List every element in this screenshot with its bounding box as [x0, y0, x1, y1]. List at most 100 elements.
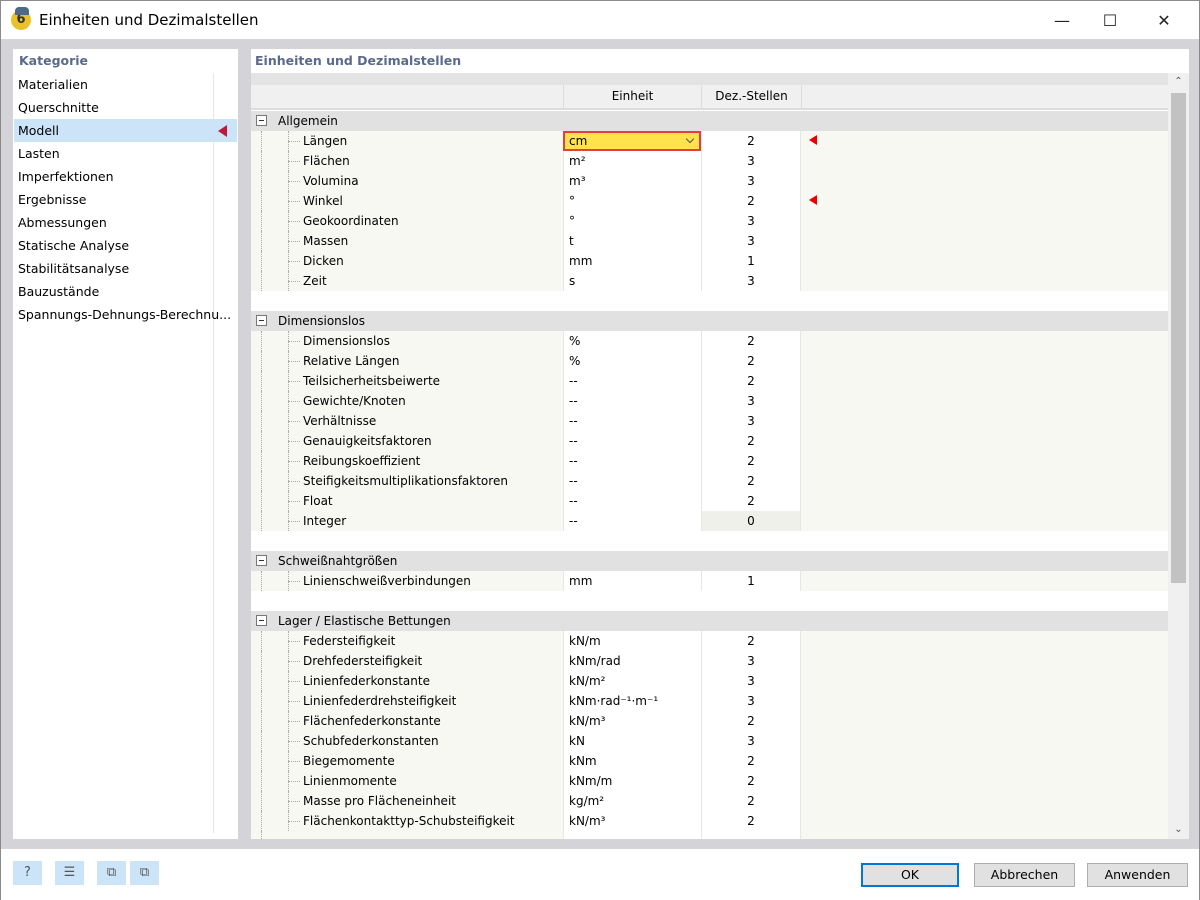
- scroll-up-icon[interactable]: ⌃: [1168, 73, 1189, 91]
- table-row[interactable]: Linienmomente kNm/m 2: [251, 771, 1168, 791]
- unit-cell[interactable]: m³: [563, 171, 701, 191]
- decimals-cell[interactable]: 3: [701, 211, 801, 231]
- table-row[interactable]: Schubfederkonstanten kN 3: [251, 731, 1168, 751]
- unit-cell[interactable]: --: [563, 451, 701, 471]
- decimals-cell[interactable]: 2: [701, 131, 801, 151]
- group-header[interactable]: Schweißnahtgrößen: [251, 551, 1168, 571]
- decimals-cell[interactable]: 3: [701, 671, 801, 691]
- decimals-cell[interactable]: 2: [701, 471, 801, 491]
- decimals-cell[interactable]: 3: [701, 651, 801, 671]
- table-row[interactable]: Drehfedersteifigkeit kNm/rad 3: [251, 651, 1168, 671]
- decimals-cell[interactable]: 2: [701, 631, 801, 651]
- decimals-cell[interactable]: 3: [701, 171, 801, 191]
- decimals-cell[interactable]: 3: [701, 271, 801, 291]
- decimals-cell[interactable]: 3: [701, 391, 801, 411]
- collapse-icon[interactable]: [256, 115, 267, 126]
- sidebar-item[interactable]: Spannungs-Dehnungs-Berechnu...: [14, 303, 237, 326]
- decimals-cell[interactable]: 2: [701, 451, 801, 471]
- table-row[interactable]: Dicken mm 1: [251, 251, 1168, 271]
- help-button[interactable]: ?: [13, 861, 42, 885]
- sidebar-item[interactable]: Lasten: [14, 142, 237, 165]
- sidebar-item[interactable]: Modell: [14, 119, 237, 142]
- decimals-cell[interactable]: 2: [701, 351, 801, 371]
- sidebar-item[interactable]: Querschnitte: [14, 96, 237, 119]
- decimals-cell[interactable]: 2: [701, 811, 801, 831]
- sidebar-item[interactable]: Statische Analyse: [14, 234, 237, 257]
- table-row[interactable]: Float -- 2: [251, 491, 1168, 511]
- sidebar-item[interactable]: Materialien: [14, 73, 237, 96]
- decimals-cell[interactable]: 2: [701, 711, 801, 731]
- decimals-cell[interactable]: 1: [701, 571, 801, 591]
- apply-button[interactable]: Anwenden: [1087, 863, 1188, 887]
- sidebar-item[interactable]: Imperfektionen: [14, 165, 237, 188]
- table-row[interactable]: Flächenkontakttyp-Schubsteifigkeit kN/m³ 2: [251, 811, 1168, 831]
- table-row[interactable]: Federsteifigkeit kN/m 2: [251, 631, 1168, 651]
- table-row[interactable]: Winkel ° 2: [251, 191, 1168, 211]
- table-row[interactable]: Masse pro Flächeneinheit kg/m² 2: [251, 791, 1168, 811]
- decimals-cell[interactable]: 2: [701, 771, 801, 791]
- collapse-icon[interactable]: [256, 315, 267, 326]
- minimize-button[interactable]: —: [1039, 1, 1085, 39]
- decimals-cell[interactable]: 3: [701, 411, 801, 431]
- table-row[interactable]: Linienfederkonstante kN/m² 3: [251, 671, 1168, 691]
- ok-button[interactable]: OK: [861, 863, 959, 887]
- unit-cell[interactable]: kg/m²: [563, 791, 701, 811]
- close-button[interactable]: ✕: [1141, 1, 1187, 39]
- unit-cell[interactable]: %: [563, 351, 701, 371]
- decimals-cell[interactable]: 3: [701, 151, 801, 171]
- database-copy-button[interactable]: ☰: [55, 861, 84, 885]
- decimals-cell[interactable]: 2: [701, 751, 801, 771]
- table-row[interactable]: Linienfederdrehsteifigkeit kNm·rad⁻¹·m⁻¹ 3: [251, 691, 1168, 711]
- table-row[interactable]: [251, 831, 1168, 839]
- unit-cell[interactable]: kN/m³: [563, 711, 701, 731]
- unit-dropdown[interactable]: cm: [563, 131, 701, 151]
- unit-cell[interactable]: mm: [563, 251, 701, 271]
- table-row[interactable]: Teilsicherheitsbeiwerte -- 2: [251, 371, 1168, 391]
- table-row[interactable]: Integer -- 0: [251, 511, 1168, 531]
- import-button[interactable]: ⧉: [130, 861, 159, 885]
- decimals-cell[interactable]: [701, 831, 801, 839]
- decimals-cell[interactable]: 3: [701, 691, 801, 711]
- table-row[interactable]: Biegemomente kNm 2: [251, 751, 1168, 771]
- table-row[interactable]: Reibungskoeffizient -- 2: [251, 451, 1168, 471]
- unit-cell[interactable]: m²: [563, 151, 701, 171]
- group-header[interactable]: Allgemein: [251, 111, 1168, 131]
- cancel-button[interactable]: Abbrechen: [974, 863, 1075, 887]
- unit-cell[interactable]: kNm/m: [563, 771, 701, 791]
- maximize-button[interactable]: ☐: [1087, 1, 1133, 39]
- table-row[interactable]: Massen t 3: [251, 231, 1168, 251]
- decimals-cell[interactable]: 1: [701, 251, 801, 271]
- scrollbar-thumb[interactable]: [1171, 93, 1186, 583]
- unit-cell[interactable]: [563, 831, 701, 839]
- decimals-cell[interactable]: 2: [701, 371, 801, 391]
- unit-cell[interactable]: kNm/rad: [563, 651, 701, 671]
- unit-cell[interactable]: kN/m: [563, 631, 701, 651]
- unit-cell[interactable]: kNm: [563, 751, 701, 771]
- table-row[interactable]: Dimensionslos% 2: [251, 331, 1168, 351]
- table-row[interactable]: Flächenfederkonstante kN/m³ 2: [251, 711, 1168, 731]
- unit-cell[interactable]: mm: [563, 571, 701, 591]
- table-row[interactable]: Linienschweißverbindungen mm 1: [251, 571, 1168, 591]
- unit-cell[interactable]: --: [563, 371, 701, 391]
- unit-cell[interactable]: kN/m²: [563, 671, 701, 691]
- decimals-cell[interactable]: 2: [701, 331, 801, 351]
- decimals-cell[interactable]: 3: [701, 231, 801, 251]
- export-button[interactable]: ⧉: [97, 861, 126, 885]
- unit-cell[interactable]: --: [563, 431, 701, 451]
- decimals-cell[interactable]: 2: [701, 791, 801, 811]
- unit-cell[interactable]: °: [563, 191, 701, 211]
- scroll-down-icon[interactable]: ⌄: [1168, 821, 1189, 839]
- table-row[interactable]: Relative Längen% 2: [251, 351, 1168, 371]
- unit-cell[interactable]: kN: [563, 731, 701, 751]
- collapse-icon[interactable]: [256, 615, 267, 626]
- table-row[interactable]: Zeit s 3: [251, 271, 1168, 291]
- unit-cell[interactable]: --: [563, 471, 701, 491]
- table-row[interactable]: Gewichte/Knoten -- 3: [251, 391, 1168, 411]
- unit-cell[interactable]: t: [563, 231, 701, 251]
- decimals-cell[interactable]: 2: [701, 191, 801, 211]
- sidebar-item[interactable]: Ergebnisse: [14, 188, 237, 211]
- decimals-cell[interactable]: 2: [701, 491, 801, 511]
- group-header[interactable]: Dimensionslos: [251, 311, 1168, 331]
- decimals-cell[interactable]: 2: [701, 431, 801, 451]
- vertical-scrollbar[interactable]: ⌃ ⌄: [1168, 73, 1189, 839]
